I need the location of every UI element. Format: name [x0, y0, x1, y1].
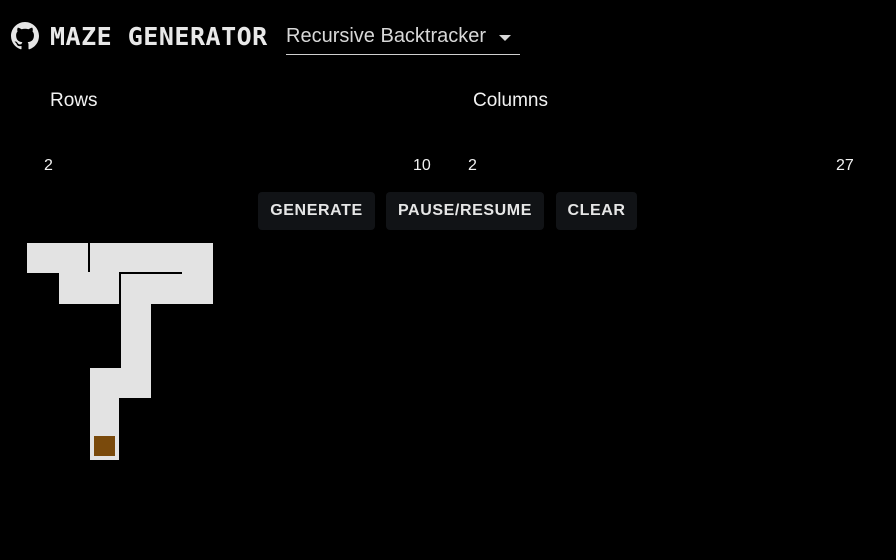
maze-cell: [90, 368, 151, 398]
maze-wall: [119, 272, 121, 367]
current-cell-marker: [94, 436, 115, 456]
maze-cell: [59, 273, 213, 304]
maze-cell: [27, 243, 213, 273]
maze-canvas: [27, 243, 213, 460]
maze-wall: [88, 243, 90, 272]
maze-wall: [119, 272, 182, 274]
